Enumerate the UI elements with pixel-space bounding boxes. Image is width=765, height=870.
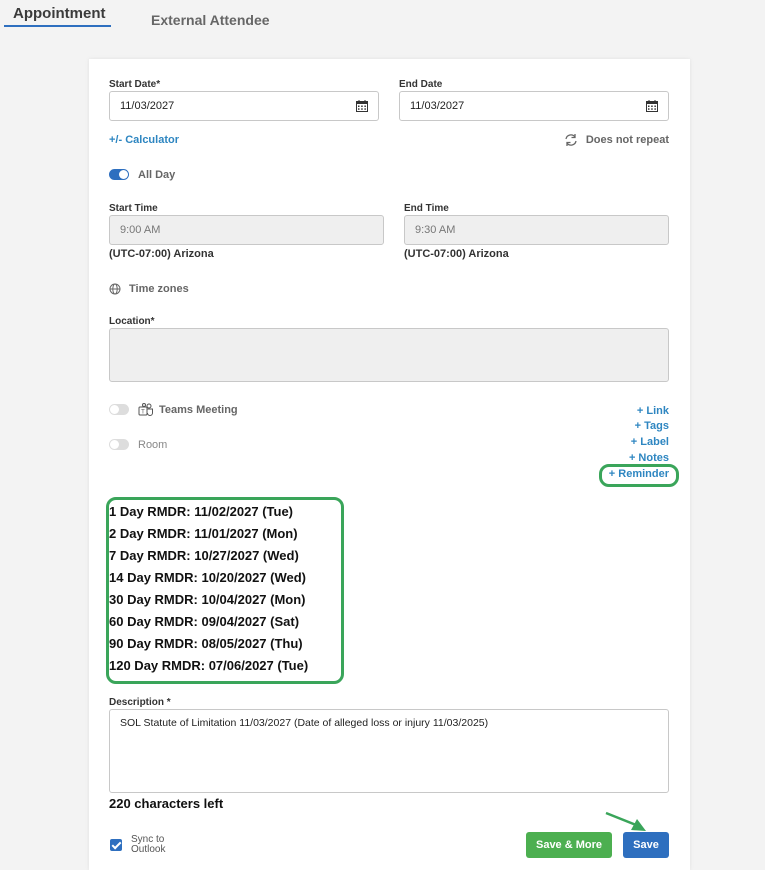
appointment-form: Start Date* 11/03/2027 End Date 11/03/20… [89, 59, 690, 870]
end-time-label: End Time [404, 203, 449, 214]
add-reminder-link[interactable]: + Reminder [609, 468, 669, 480]
sync-label-line2: Outlook [131, 844, 166, 855]
add-label-link[interactable]: + Label [631, 436, 669, 448]
end-timezone: (UTC-07:00) Arizona [404, 248, 509, 260]
time-zones-control[interactable]: Time zones [109, 283, 189, 295]
globe-icon [109, 283, 121, 295]
sync-outlook-label: Sync to Outlook [131, 835, 165, 855]
end-date-value: 11/03/2027 [410, 100, 465, 112]
end-time-input[interactable]: 9:30 AM [404, 215, 669, 245]
add-tags-link[interactable]: + Tags [635, 420, 669, 432]
start-time-label: Start Time [109, 203, 158, 214]
teams-icon: T [138, 403, 153, 416]
save-and-more-button[interactable]: Save & More [526, 832, 612, 858]
repeat-icon [565, 134, 577, 146]
repeat-label: Does not repeat [585, 134, 669, 146]
arrow-annotation-icon [605, 811, 646, 831]
teams-meeting-toggle[interactable] [109, 404, 129, 415]
tab-external-attendee[interactable]: External Attendee [151, 12, 270, 28]
reminder-item: 30 Day RMDR: 10/04/2027 (Mon) [109, 592, 306, 607]
reminder-item: 2 Day RMDR: 11/01/2027 (Mon) [109, 526, 298, 541]
reminder-item: 90 Day RMDR: 08/05/2027 (Thu) [109, 636, 303, 651]
end-date-label: End Date [399, 79, 443, 90]
start-date-input[interactable]: 11/03/2027 [109, 91, 379, 121]
reminder-item: 60 Day RMDR: 09/04/2027 (Sat) [109, 614, 300, 629]
start-time-input[interactable]: 9:00 AM [109, 215, 384, 245]
add-link-link[interactable]: + Link [637, 405, 669, 417]
calculator-link[interactable]: +/- Calculator [109, 134, 179, 146]
end-date-input[interactable]: 11/03/2027 [399, 91, 669, 121]
characters-left: 220 characters left [109, 796, 224, 811]
teams-meeting-label: Teams Meeting [159, 404, 238, 416]
tab-appointment[interactable]: Appointment [13, 5, 105, 22]
location-label: Location* [109, 316, 155, 327]
room-toggle[interactable] [109, 439, 129, 450]
all-day-label: All Day [138, 169, 176, 181]
start-timezone: (UTC-07:00) Arizona [109, 248, 214, 260]
calendar-icon[interactable] [356, 100, 368, 112]
sync-outlook-checkbox[interactable] [110, 839, 122, 851]
description-label: Description * [109, 697, 171, 708]
description-textarea[interactable]: SOL Statute of Limitation 11/03/2027 (Da… [109, 709, 669, 793]
start-date-label: Start Date* [109, 79, 161, 90]
reminder-item: 120 Day RMDR: 07/06/2027 (Tue) [109, 658, 309, 673]
room-label: Room [138, 439, 168, 451]
svg-text:T: T [141, 410, 145, 416]
reminder-item: 14 Day RMDR: 10/20/2027 (Wed) [109, 570, 307, 585]
location-input[interactable] [109, 328, 669, 382]
all-day-toggle[interactable] [109, 169, 129, 180]
calendar-icon[interactable] [646, 100, 658, 112]
tab-bar: Appointment External Attendee [0, 0, 765, 40]
reminder-item: 1 Day RMDR: 11/02/2027 (Tue) [109, 504, 293, 519]
add-notes-link[interactable]: + Notes [629, 452, 669, 464]
time-zones-link: Time zones [129, 283, 189, 295]
active-tab-indicator [4, 25, 111, 27]
reminder-item: 7 Day RMDR: 10/27/2027 (Wed) [109, 548, 299, 563]
repeat-control[interactable]: Does not repeat [564, 133, 669, 147]
start-date-value: 11/03/2027 [120, 100, 175, 112]
save-button[interactable]: Save [623, 832, 669, 858]
